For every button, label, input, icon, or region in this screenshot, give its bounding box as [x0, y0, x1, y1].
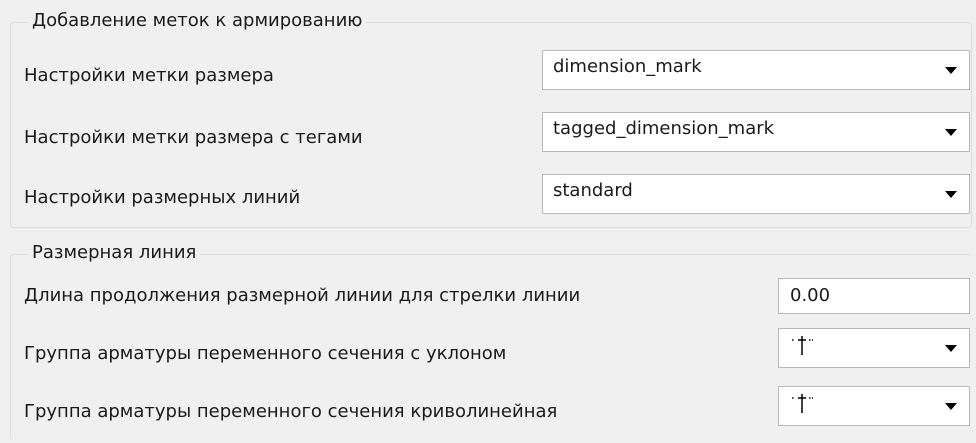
dropdown-arrow-icon — [945, 403, 957, 410]
dimension-mark-label: Настройки метки размера — [24, 65, 274, 86]
dimension-tick-glyph-icon — [792, 394, 813, 413]
dropdown-arrow-icon — [945, 67, 957, 74]
extension-length-input[interactable]: 0.00 — [778, 278, 970, 314]
dimension-lines-dropdown-value: standard — [553, 180, 633, 201]
extension-length-value: 0.00 — [790, 285, 831, 306]
dimension-mark-dropdown[interactable]: dimension_mark — [542, 50, 970, 90]
dimension-lines-label: Настройки размерных линий — [24, 187, 301, 208]
variable-section-curved-dropdown[interactable] — [778, 386, 970, 426]
dropdown-arrow-icon — [945, 191, 957, 198]
dropdown-arrow-icon — [945, 129, 957, 136]
extension-length-label: Длина продолжения размерной линии для ст… — [24, 285, 581, 306]
dimension-mark-dropdown-value: dimension_mark — [553, 56, 702, 77]
reinforcement-marks-group-title: Добавление меток к армированию — [28, 10, 367, 32]
dimension-settings-panel: Добавление меток к армированию Настройки… — [0, 0, 976, 443]
tagged-dimension-mark-dropdown-value: tagged_dimension_mark — [553, 118, 775, 139]
variable-section-slope-label: Группа арматуры переменного сечения с ук… — [24, 343, 507, 364]
dimension-tick-glyph-icon — [792, 336, 813, 355]
tagged-dimension-mark-dropdown[interactable]: tagged_dimension_mark — [542, 112, 970, 152]
dropdown-arrow-icon — [945, 345, 957, 352]
dimension-lines-dropdown[interactable]: standard — [542, 174, 970, 214]
variable-section-slope-dropdown[interactable] — [778, 328, 970, 368]
variable-section-curved-label: Группа арматуры переменного сечения крив… — [24, 401, 558, 422]
dimension-line-group-title: Размерная линия — [28, 242, 201, 264]
tagged-dimension-mark-label: Настройки метки размера с тегами — [24, 127, 363, 148]
